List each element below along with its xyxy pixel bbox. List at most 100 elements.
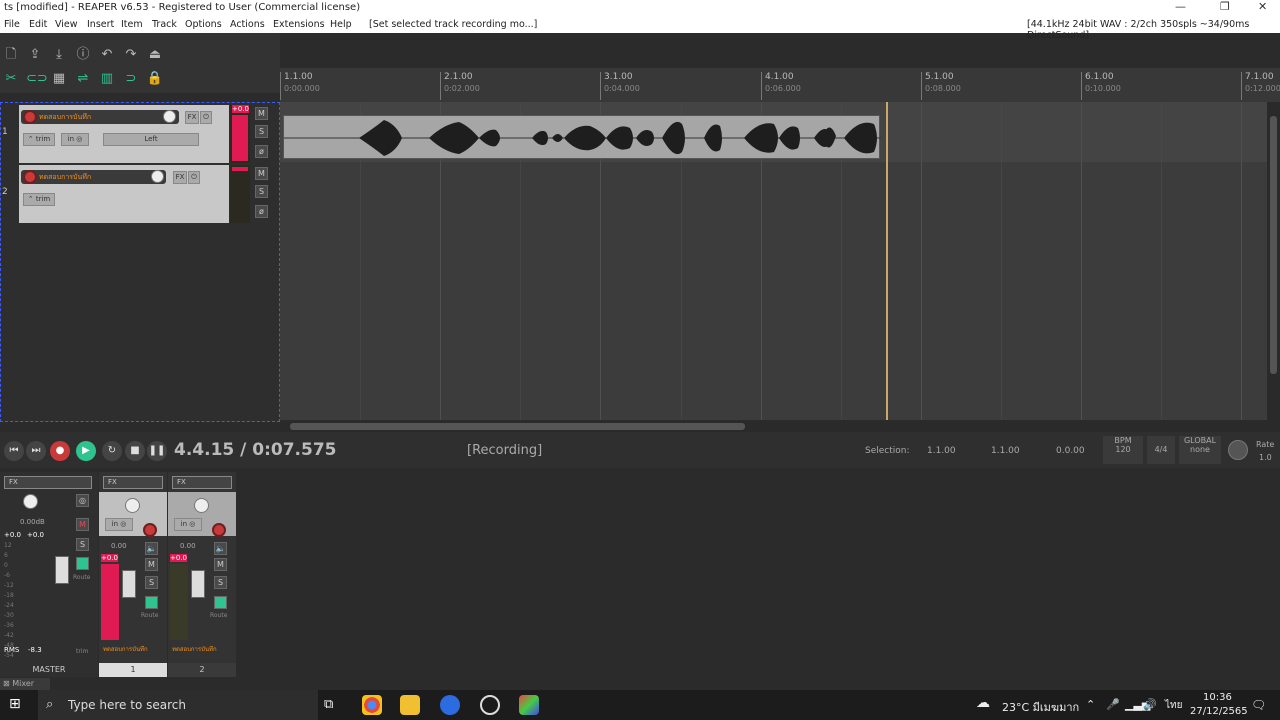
rate-value[interactable]: 1.0 [1259,453,1272,462]
track-2-fx-button[interactable]: FX [173,171,187,184]
strip-1-fx-button[interactable]: FX [103,476,163,489]
strip-1-number[interactable]: 1 [99,663,167,677]
master-volume-fader[interactable] [55,556,69,584]
strip-2-volume-fader[interactable] [191,570,205,598]
snap-icon[interactable]: ▦ [50,70,68,88]
media-item[interactable] [283,115,881,159]
selection-length[interactable]: 0.0.00 [1056,446,1085,456]
menu-options[interactable]: Options [185,19,222,30]
strip-2-number[interactable]: 2 [168,663,236,677]
global-automation[interactable]: GLOBAL none [1179,436,1221,464]
go-to-end-button[interactable]: ⏭ [26,441,46,461]
windows-start-icon[interactable]: ⊞ [9,696,21,712]
track-1-name[interactable]: ทดสอบการบันทึก [21,110,179,124]
strip-1-solo-button[interactable]: S [145,576,158,589]
item-grouping-icon[interactable]: ⊂⊃ [26,70,48,88]
tray-chevron-icon[interactable]: ⌃ [1086,698,1095,711]
save-project-icon[interactable]: ⤓ [50,46,68,64]
strip-1-volume-fader[interactable] [122,570,136,598]
strip-1-record-arm-button[interactable] [143,523,157,537]
master-solo-button[interactable]: S [76,538,89,551]
taskbar-search-box[interactable]: ⌕ Type here to search [38,690,318,720]
menu-view[interactable]: View [55,19,78,30]
chrome-icon[interactable] [362,695,382,715]
track-2-header[interactable]: ทดสอบการบันทึก FX ⏻ ⌃ trim [19,165,229,223]
vertical-scrollbar[interactable] [1267,102,1280,420]
menu-file[interactable]: File [4,19,20,30]
notification-icon[interactable]: 🗨 [1251,698,1266,712]
track-1-input-button[interactable]: in ◎ [61,133,89,146]
app-icon[interactable] [519,695,539,715]
strip-1-speaker-icon[interactable]: 🔈 [145,542,158,555]
strip-2-route-icon[interactable] [214,596,227,609]
language-indicator[interactable]: ไทย [1165,698,1182,713]
menu-item[interactable]: Item [121,19,143,30]
audio-status[interactable]: [44.1kHz 24bit WAV : 2/2ch 350spls ~34/9… [1027,19,1280,41]
metronome-icon[interactable]: ⏏ [146,46,164,64]
go-to-start-button[interactable]: ⏮ [4,441,24,461]
master-route-icon[interactable] [76,557,89,570]
track-2-fx-bypass-icon[interactable]: ⏻ [188,171,200,184]
bpm-box[interactable]: BPM 120 [1103,436,1143,464]
grid-icon[interactable]: ▥ [98,70,116,88]
strip-2-pan-knob[interactable] [194,498,209,513]
ripple-edit-icon[interactable]: ✂ [2,70,20,88]
strip-1-route-icon[interactable] [145,596,158,609]
pause-button[interactable]: ❚❚ [147,441,167,461]
play-button[interactable]: ▶ [76,441,96,461]
selection-start[interactable]: 1.1.00 [927,446,956,456]
track-2-name[interactable]: ทดสอบการบันทึก [21,170,166,184]
master-pan-knob[interactable] [23,494,38,509]
master-fx-button[interactable]: FX [4,476,92,489]
maximize-button[interactable]: ❐ [1220,0,1230,13]
new-project-icon[interactable]: 🗋 [2,46,20,64]
track-1-volume-knob[interactable] [163,110,176,123]
menu-extensions[interactable]: Extensions [273,19,325,30]
loop-button[interactable]: ↻ [102,441,122,461]
track-1-solo-button[interactable]: S [255,125,268,138]
menu-help[interactable]: Help [330,19,352,30]
close-button[interactable]: ✕ [1258,0,1267,13]
strip-2-speaker-icon[interactable]: 🔈 [214,542,227,555]
menu-edit[interactable]: Edit [29,19,47,30]
time-signature[interactable]: 4/4 [1147,436,1175,464]
track-1-fx-button[interactable]: FX [185,111,199,124]
strip-2-solo-button[interactable]: S [214,576,227,589]
strip-2-record-arm-button[interactable] [212,523,226,537]
menu-insert[interactable]: Insert [87,19,114,30]
microphone-icon[interactable]: 🎤 [1106,698,1120,711]
undo-icon[interactable]: ↶ [98,46,116,64]
open-project-icon[interactable]: ⇪ [26,46,44,64]
volume-icon[interactable]: 🔊 [1143,698,1157,711]
strip-2-mute-button[interactable]: M [214,558,227,571]
horizontal-scrollbar[interactable] [280,421,1280,432]
strip-1-pan-knob[interactable] [125,498,140,513]
track-2-volume-knob[interactable] [151,170,164,183]
master-mono-icon[interactable]: ◎ [76,494,89,507]
selection-end[interactable]: 1.1.00 [991,446,1020,456]
track-2-trim-button[interactable]: ⌃ trim [23,193,55,206]
master-mute-button[interactable]: M [76,518,89,531]
track-1-phase-icon[interactable]: ø [255,145,268,158]
minimize-button[interactable]: — [1175,0,1186,13]
strip-2-fx-button[interactable]: FX [172,476,232,489]
reaper-icon[interactable] [480,695,500,715]
redo-icon[interactable]: ↷ [122,46,140,64]
weather-text[interactable]: 23°C มีเมฆมาก [1002,698,1079,716]
stop-button[interactable]: ■ [125,441,145,461]
clock-time[interactable]: 10:36 [1203,692,1232,703]
track-1-record-arm-button[interactable] [23,110,37,124]
track-1-trim-button[interactable]: ⌃ trim [23,133,55,146]
strip-1-input-button[interactable]: in ◎ [105,518,133,531]
track-2-mute-button[interactable]: M [255,167,268,180]
envelope-points-icon[interactable]: ⇌ [74,70,92,88]
track-1-pan-slider[interactable]: Left [103,133,199,146]
track-1-header[interactable]: ทดสอบการบันทึก FX ⏻ ⌃ trim in ◎ Left [19,105,229,163]
strip-2-input-button[interactable]: in ◎ [174,518,202,531]
zoom-icon[interactable] [440,695,460,715]
track-2-record-arm-button[interactable] [23,170,37,184]
lock-icon[interactable]: 🔒 [146,70,164,88]
task-view-icon[interactable]: ⧉ [324,697,333,712]
mixer-tab[interactable]: ⊠ Mixer [0,678,50,690]
menu-track[interactable]: Track [152,19,177,30]
